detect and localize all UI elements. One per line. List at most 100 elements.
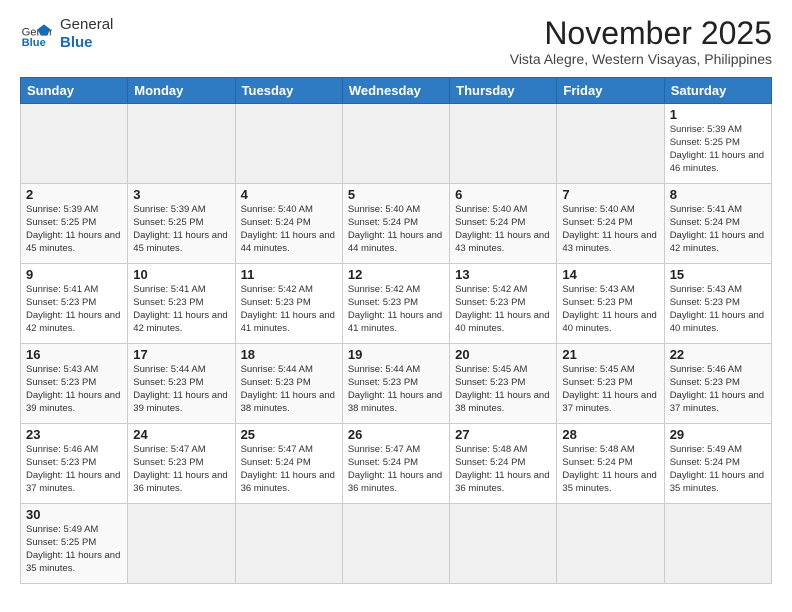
calendar-day-1: 1 Sunrise: 5:39 AM Sunset: 5:25 PM Daylig… [664, 104, 771, 184]
day-info: Sunrise: 5:47 AM Sunset: 5:23 PM Dayligh… [133, 444, 229, 495]
calendar-day-26: 26 Sunrise: 5:47 AM Sunset: 5:24 PM Dayli… [342, 424, 449, 504]
calendar-day-25: 25Sunrise: 5:47 AM Sunset: 5:24 PM Dayli… [235, 424, 342, 504]
calendar-empty-cell [450, 504, 557, 584]
weekday-header-tuesday: Tuesday [235, 78, 342, 104]
calendar-day-4: 4 Sunrise: 5:40 AM Sunset: 5:24 PM Daylig… [235, 184, 342, 264]
day-number: 14 [562, 267, 658, 282]
calendar-title-section: November 2025 Vista Alegre, Western Visa… [510, 16, 772, 67]
day-info: Sunrise: 5:42 AM Sunset: 5:23 PM Dayligh… [241, 284, 337, 335]
calendar-week-row: 16 Sunrise: 5:43 AM Sunset: 5:23 PM Dayli… [21, 344, 772, 424]
day-info: Sunrise: 5:40 AM Sunset: 5:24 PM Dayligh… [348, 204, 444, 255]
day-number: 9 [26, 267, 122, 282]
calendar-day-8: 8Sunrise: 5:41 AM Sunset: 5:24 PM Daylig… [664, 184, 771, 264]
day-info: Sunrise: 5:40 AM Sunset: 5:24 PM Dayligh… [562, 204, 658, 255]
logo-blue: Blue [60, 34, 93, 51]
calendar-week-row: 2 Sunrise: 5:39 AM Sunset: 5:25 PM Daylig… [21, 184, 772, 264]
day-info: Sunrise: 5:41 AM Sunset: 5:23 PM Dayligh… [26, 284, 122, 335]
day-number: 21 [562, 347, 658, 362]
calendar-empty-cell [21, 104, 128, 184]
calendar-day-3: 3Sunrise: 5:39 AM Sunset: 5:25 PM Daylig… [128, 184, 235, 264]
day-number: 17 [133, 347, 229, 362]
day-info: Sunrise: 5:40 AM Sunset: 5:24 PM Dayligh… [241, 204, 337, 255]
calendar-empty-cell [235, 104, 342, 184]
calendar-day-22: 22 Sunrise: 5:46 AM Sunset: 5:23 PM Dayli… [664, 344, 771, 424]
calendar-day-7: 7 Sunrise: 5:40 AM Sunset: 5:24 PM Daylig… [557, 184, 664, 264]
day-info: Sunrise: 5:42 AM Sunset: 5:23 PM Dayligh… [455, 284, 551, 335]
day-number: 23 [26, 427, 122, 442]
calendar-day-9: 9 Sunrise: 5:41 AM Sunset: 5:23 PM Daylig… [21, 264, 128, 344]
calendar-day-13: 13 Sunrise: 5:42 AM Sunset: 5:23 PM Dayli… [450, 264, 557, 344]
calendar-day-10: 10Sunrise: 5:41 AM Sunset: 5:23 PM Dayli… [128, 264, 235, 344]
day-info: Sunrise: 5:48 AM Sunset: 5:24 PM Dayligh… [455, 444, 551, 495]
day-number: 27 [455, 427, 551, 442]
month-title: November 2025 [510, 16, 772, 51]
day-number: 29 [670, 427, 766, 442]
calendar-day-6: 6 Sunrise: 5:40 AM Sunset: 5:24 PM Daylig… [450, 184, 557, 264]
calendar-header: SundayMondayTuesdayWednesdayThursdayFrid… [21, 78, 772, 104]
calendar-empty-cell [557, 104, 664, 184]
day-number: 26 [348, 427, 444, 442]
day-info: Sunrise: 5:44 AM Sunset: 5:23 PM Dayligh… [133, 364, 229, 415]
weekday-header-monday: Monday [128, 78, 235, 104]
calendar-day-19: 19Sunrise: 5:44 AM Sunset: 5:23 PM Dayli… [342, 344, 449, 424]
calendar-day-2: 2 Sunrise: 5:39 AM Sunset: 5:25 PM Daylig… [21, 184, 128, 264]
day-number: 13 [455, 267, 551, 282]
logo-general: General [60, 16, 113, 33]
weekday-header-friday: Friday [557, 78, 664, 104]
calendar-day-18: 18Sunrise: 5:44 AM Sunset: 5:23 PM Dayli… [235, 344, 342, 424]
calendar-empty-cell [664, 504, 771, 584]
day-info: Sunrise: 5:39 AM Sunset: 5:25 PM Dayligh… [133, 204, 229, 255]
day-number: 28 [562, 427, 658, 442]
calendar-day-15: 15Sunrise: 5:43 AM Sunset: 5:23 PM Dayli… [664, 264, 771, 344]
calendar-empty-cell [235, 504, 342, 584]
day-info: Sunrise: 5:47 AM Sunset: 5:24 PM Dayligh… [241, 444, 337, 495]
day-number: 30 [26, 507, 122, 522]
day-info: Sunrise: 5:42 AM Sunset: 5:23 PM Dayligh… [348, 284, 444, 335]
day-info: Sunrise: 5:44 AM Sunset: 5:23 PM Dayligh… [241, 364, 337, 415]
day-info: Sunrise: 5:40 AM Sunset: 5:24 PM Dayligh… [455, 204, 551, 255]
calendar-empty-cell [342, 104, 449, 184]
day-info: Sunrise: 5:43 AM Sunset: 5:23 PM Dayligh… [562, 284, 658, 335]
day-number: 20 [455, 347, 551, 362]
day-info: Sunrise: 5:45 AM Sunset: 5:23 PM Dayligh… [562, 364, 658, 415]
location-subtitle: Vista Alegre, Western Visayas, Philippin… [510, 51, 772, 67]
day-info: Sunrise: 5:49 AM Sunset: 5:25 PM Dayligh… [26, 524, 122, 575]
day-info: Sunrise: 5:47 AM Sunset: 5:24 PM Dayligh… [348, 444, 444, 495]
day-number: 22 [670, 347, 766, 362]
weekday-header-thursday: Thursday [450, 78, 557, 104]
day-info: Sunrise: 5:43 AM Sunset: 5:23 PM Dayligh… [26, 364, 122, 415]
day-number: 4 [241, 187, 337, 202]
day-info: Sunrise: 5:43 AM Sunset: 5:23 PM Dayligh… [670, 284, 766, 335]
day-number: 1 [670, 107, 766, 122]
day-number: 2 [26, 187, 122, 202]
day-number: 7 [562, 187, 658, 202]
calendar-day-14: 14 Sunrise: 5:43 AM Sunset: 5:23 PM Dayli… [557, 264, 664, 344]
day-number: 10 [133, 267, 229, 282]
calendar-day-16: 16 Sunrise: 5:43 AM Sunset: 5:23 PM Dayli… [21, 344, 128, 424]
day-number: 16 [26, 347, 122, 362]
logo-icon: General Blue [20, 18, 52, 50]
calendar-day-11: 11 Sunrise: 5:42 AM Sunset: 5:23 PM Dayli… [235, 264, 342, 344]
calendar-day-17: 17 Sunrise: 5:44 AM Sunset: 5:23 PM Dayli… [128, 344, 235, 424]
calendar-day-20: 20 Sunrise: 5:45 AM Sunset: 5:23 PM Dayli… [450, 344, 557, 424]
weekday-header-wednesday: Wednesday [342, 78, 449, 104]
day-number: 11 [241, 267, 337, 282]
calendar-day-24: 24 Sunrise: 5:47 AM Sunset: 5:23 PM Dayli… [128, 424, 235, 504]
calendar-body: 1 Sunrise: 5:39 AM Sunset: 5:25 PM Daylig… [21, 104, 772, 584]
calendar-week-row: 9 Sunrise: 5:41 AM Sunset: 5:23 PM Daylig… [21, 264, 772, 344]
calendar-empty-cell [557, 504, 664, 584]
day-info: Sunrise: 5:45 AM Sunset: 5:23 PM Dayligh… [455, 364, 551, 415]
calendar-week-row: 1 Sunrise: 5:39 AM Sunset: 5:25 PM Daylig… [21, 104, 772, 184]
svg-text:Blue: Blue [22, 37, 46, 49]
day-info: Sunrise: 5:39 AM Sunset: 5:25 PM Dayligh… [26, 204, 122, 255]
day-number: 6 [455, 187, 551, 202]
day-number: 24 [133, 427, 229, 442]
day-info: Sunrise: 5:48 AM Sunset: 5:24 PM Dayligh… [562, 444, 658, 495]
day-info: Sunrise: 5:39 AM Sunset: 5:25 PM Dayligh… [670, 124, 766, 175]
day-info: Sunrise: 5:49 AM Sunset: 5:24 PM Dayligh… [670, 444, 766, 495]
calendar-day-12: 12Sunrise: 5:42 AM Sunset: 5:23 PM Dayli… [342, 264, 449, 344]
calendar-day-28: 28 Sunrise: 5:48 AM Sunset: 5:24 PM Dayli… [557, 424, 664, 504]
calendar-empty-cell [128, 504, 235, 584]
day-info: Sunrise: 5:46 AM Sunset: 5:23 PM Dayligh… [670, 364, 766, 415]
calendar-day-5: 5Sunrise: 5:40 AM Sunset: 5:24 PM Daylig… [342, 184, 449, 264]
